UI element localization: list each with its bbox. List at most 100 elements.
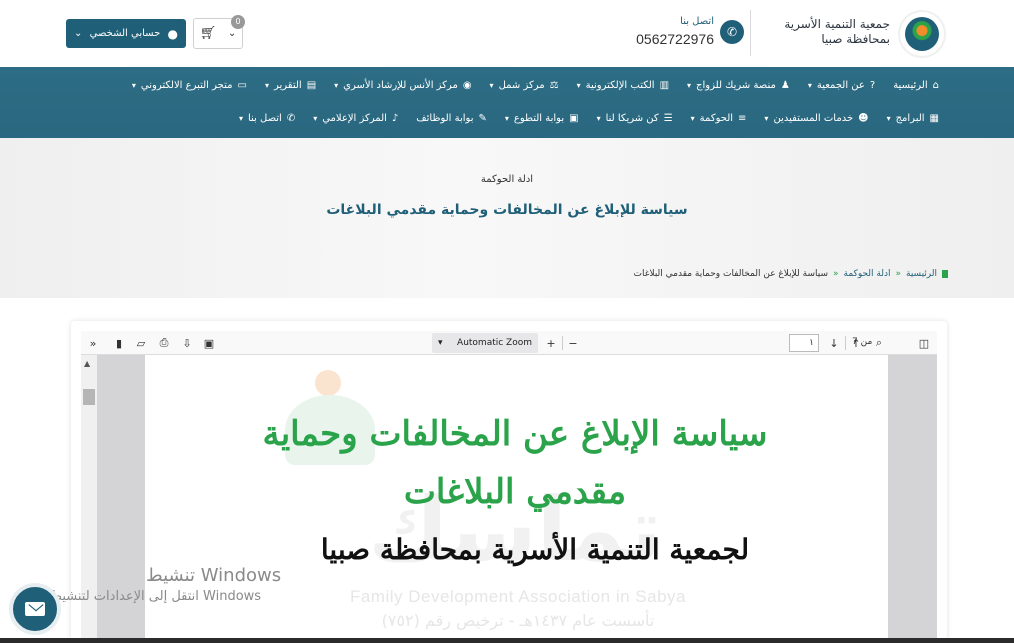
nav-item-governance[interactable]: ≡ الحوكمة ▾ [691, 113, 747, 124]
contact-phone[interactable]: 0562722976 [636, 31, 714, 47]
nav-item-volunteer-portal[interactable]: ▣ بوابة التطوع ▾ [505, 113, 579, 124]
book-icon: ▥ [659, 79, 670, 91]
org-logo[interactable] [898, 10, 946, 58]
bookmark-icon[interactable]: ▮ [111, 335, 127, 351]
nav-row-1: ⌂ الرئيسية ? عن الجمعية ▾ ♟ منصة شريك للزواج… [132, 77, 939, 93]
chevron-down-icon: ▾ [131, 80, 136, 90]
chevron-down-icon: ▾ [313, 113, 318, 123]
pdf-toolbar: » ▮ ▱ ⎙ ⇩ ▣ ▾ Automatic Zoom + − من 7 ١ … [81, 331, 937, 355]
windows-activation-subtitle: انتقل إلى الإعدادات لتنشيط Windows [50, 589, 262, 604]
breadcrumb: الرئيسية » ادلة الحوكمة » سياسة للإبلاغ … [634, 269, 948, 279]
nav-item-beneficiary-services[interactable]: ☻ خدمات المستفيدين ▾ [764, 113, 868, 124]
question-icon: ? [869, 79, 876, 91]
nav-item-home[interactable]: ⌂ الرئيسية [893, 80, 939, 91]
watermark-logo-dot [315, 370, 341, 396]
nav-item-ebooks[interactable]: ▥ الكتب الإلكترونية ▾ [577, 80, 669, 91]
print-icon[interactable]: ⎙ [156, 335, 172, 351]
document-title: سياسة الإبلاغ عن المخالفات وحماية مقدمي … [262, 414, 768, 512]
account-button[interactable]: ⌄ حسابي الشخصي ● [66, 19, 186, 48]
calendar-icon: ▦ [929, 112, 939, 124]
mail-icon [25, 602, 45, 616]
users-icon: ☻ [858, 112, 869, 124]
nav-item-programs[interactable]: ▦ البرامج ▾ [887, 113, 939, 124]
nav-item-donation-store[interactable]: ▭ متجر التبرع الالكتروني ▾ [132, 80, 247, 91]
chevron-down-icon: ⌄ [74, 28, 83, 39]
nav-item-shaml-center[interactable]: ⚖ مركز شمل ▾ [490, 80, 559, 91]
nav-item-label: منصة شريك للزواج [696, 79, 776, 91]
phone-icon: ✆ [286, 112, 296, 124]
person-icon: ♟ [780, 79, 790, 91]
eye-icon: ◉ [462, 79, 472, 91]
chevron-down-icon: ▾ [690, 113, 695, 123]
presentation-mode-icon[interactable]: ▣ [201, 335, 217, 351]
nav-item-label: اتصل بنا [247, 112, 282, 124]
nav-item-marriage-platform[interactable]: ♟ منصة شريك للزواج ▾ [687, 80, 790, 91]
hero-subtitle: ادلة الحوكمة [480, 174, 534, 185]
sidebar-toggle-icon[interactable]: ◫ [916, 335, 932, 351]
nav-item-label: البرامج [895, 112, 925, 124]
logo-mark [905, 17, 939, 51]
chevron-down-icon: ▾ [687, 80, 692, 90]
nav-item-label: خدمات المستفيدين [773, 112, 854, 124]
page-number-input[interactable]: ١ [789, 334, 819, 352]
page-hero: ادلة الحوكمة سياسة للإبلاغ عن المخالفات … [0, 138, 1014, 298]
nav-item-label: متجر التبرع الالكتروني [140, 79, 233, 91]
nav-item-label: بوابة الوظائف [416, 112, 474, 124]
scrollbar-thumb[interactable] [83, 389, 95, 405]
chevron-down-icon: ▾ [807, 80, 812, 90]
nav-item-label: عن الجمعية [816, 79, 865, 91]
home-icon: ⌂ [932, 79, 939, 91]
org-name-line1: جمعية التنمية الأسرية [784, 17, 890, 31]
taskbar-edge [0, 638, 1014, 643]
windows-activation-title: تنشيط Windows [146, 565, 282, 586]
zoom-out-icon[interactable]: − [565, 335, 581, 351]
watermark-license: تأسست عام ١٤٣٧هـ - ترخيص رقم (٧٥٢) [381, 611, 655, 630]
chevron-down-icon: ▾ [438, 338, 443, 348]
download-icon[interactable]: ⇩ [179, 335, 195, 351]
next-page-icon[interactable]: ↓ [826, 335, 842, 351]
scale-icon: ⚖ [549, 79, 559, 91]
tools-menu-icon[interactable]: » [85, 335, 101, 351]
document-subtitle: لجمعية التنمية الأسرية بمحافظة صبيا [320, 533, 750, 566]
nav-item-jobs-portal[interactable]: ✎ بوابة الوظائف [416, 113, 487, 124]
open-file-icon[interactable]: ▱ [133, 335, 149, 351]
breadcrumb-section[interactable]: ادلة الحوكمة [844, 269, 891, 279]
org-name[interactable]: جمعية التنمية الأسرية بمحافظة صبيا [770, 17, 890, 47]
zoom-select[interactable]: ▾ Automatic Zoom [432, 333, 538, 353]
nav-item-label: بوابة التطوع [513, 112, 565, 124]
edit-icon: ✎ [478, 112, 487, 124]
nav-item-counseling-center[interactable]: ◉ مركز الأنس للإرشاد الأسري ▾ [334, 80, 471, 91]
zoom-label: Automatic Zoom [457, 338, 532, 348]
breadcrumb-current: سياسة للإبلاغ عن المخالفات وحماية مقدمي … [633, 269, 829, 279]
contact-float-button[interactable] [9, 583, 61, 635]
breadcrumb-home[interactable]: الرئيسية [906, 269, 937, 279]
nav-item-contact[interactable]: ✆ اتصل بنا ▾ [239, 113, 295, 124]
nav-item-media-center[interactable]: ♪ المركز الإعلامي ▾ [313, 113, 398, 124]
org-name-line2: بمحافظة صبيا [821, 32, 890, 46]
user-icon: ● [167, 26, 178, 41]
nav-item-report[interactable]: ▤ التقرير ▾ [265, 80, 316, 91]
bookmark-icon [942, 270, 948, 278]
previous-page-icon[interactable]: ↑ [848, 335, 864, 351]
nav-item-label: كن شريكا لنا [605, 112, 659, 124]
chevron-down-icon: ▾ [596, 113, 601, 123]
zoom-in-icon[interactable]: + [543, 335, 559, 351]
chevron-down-icon: ⌄ [227, 28, 237, 39]
main-nav: ⌂ الرئيسية ? عن الجمعية ▾ ♟ منصة شريك للزواج… [0, 67, 1014, 138]
nav-item-label: المركز الإعلامي [322, 112, 387, 124]
watermark-english-name: Family Development Association in Sabya [349, 587, 687, 606]
search-icon[interactable]: ⌕ [871, 335, 887, 351]
toolbar-divider [562, 336, 563, 350]
phone-icon: ✆ [720, 20, 744, 44]
scroll-up-icon[interactable]: ▲ [84, 359, 90, 368]
gift-icon: ▣ [569, 112, 579, 124]
nav-item-about[interactable]: ? عن الجمعية ▾ [808, 80, 875, 91]
site-header: جمعية التنمية الأسرية بمحافظة صبيا ✆ اتص… [0, 0, 1014, 67]
nav-item-partner[interactable]: ☰ كن شريكا لنا ▾ [597, 113, 673, 124]
nav-item-label: مركز شمل [498, 79, 545, 91]
chevron-down-icon: ▾ [576, 80, 581, 90]
nav-item-label: الكتب الإلكترونية [585, 79, 655, 91]
chevron-down-icon: ▾ [334, 80, 339, 90]
contact-label: اتصل بنا [680, 16, 714, 27]
card-icon: ▭ [237, 79, 247, 91]
